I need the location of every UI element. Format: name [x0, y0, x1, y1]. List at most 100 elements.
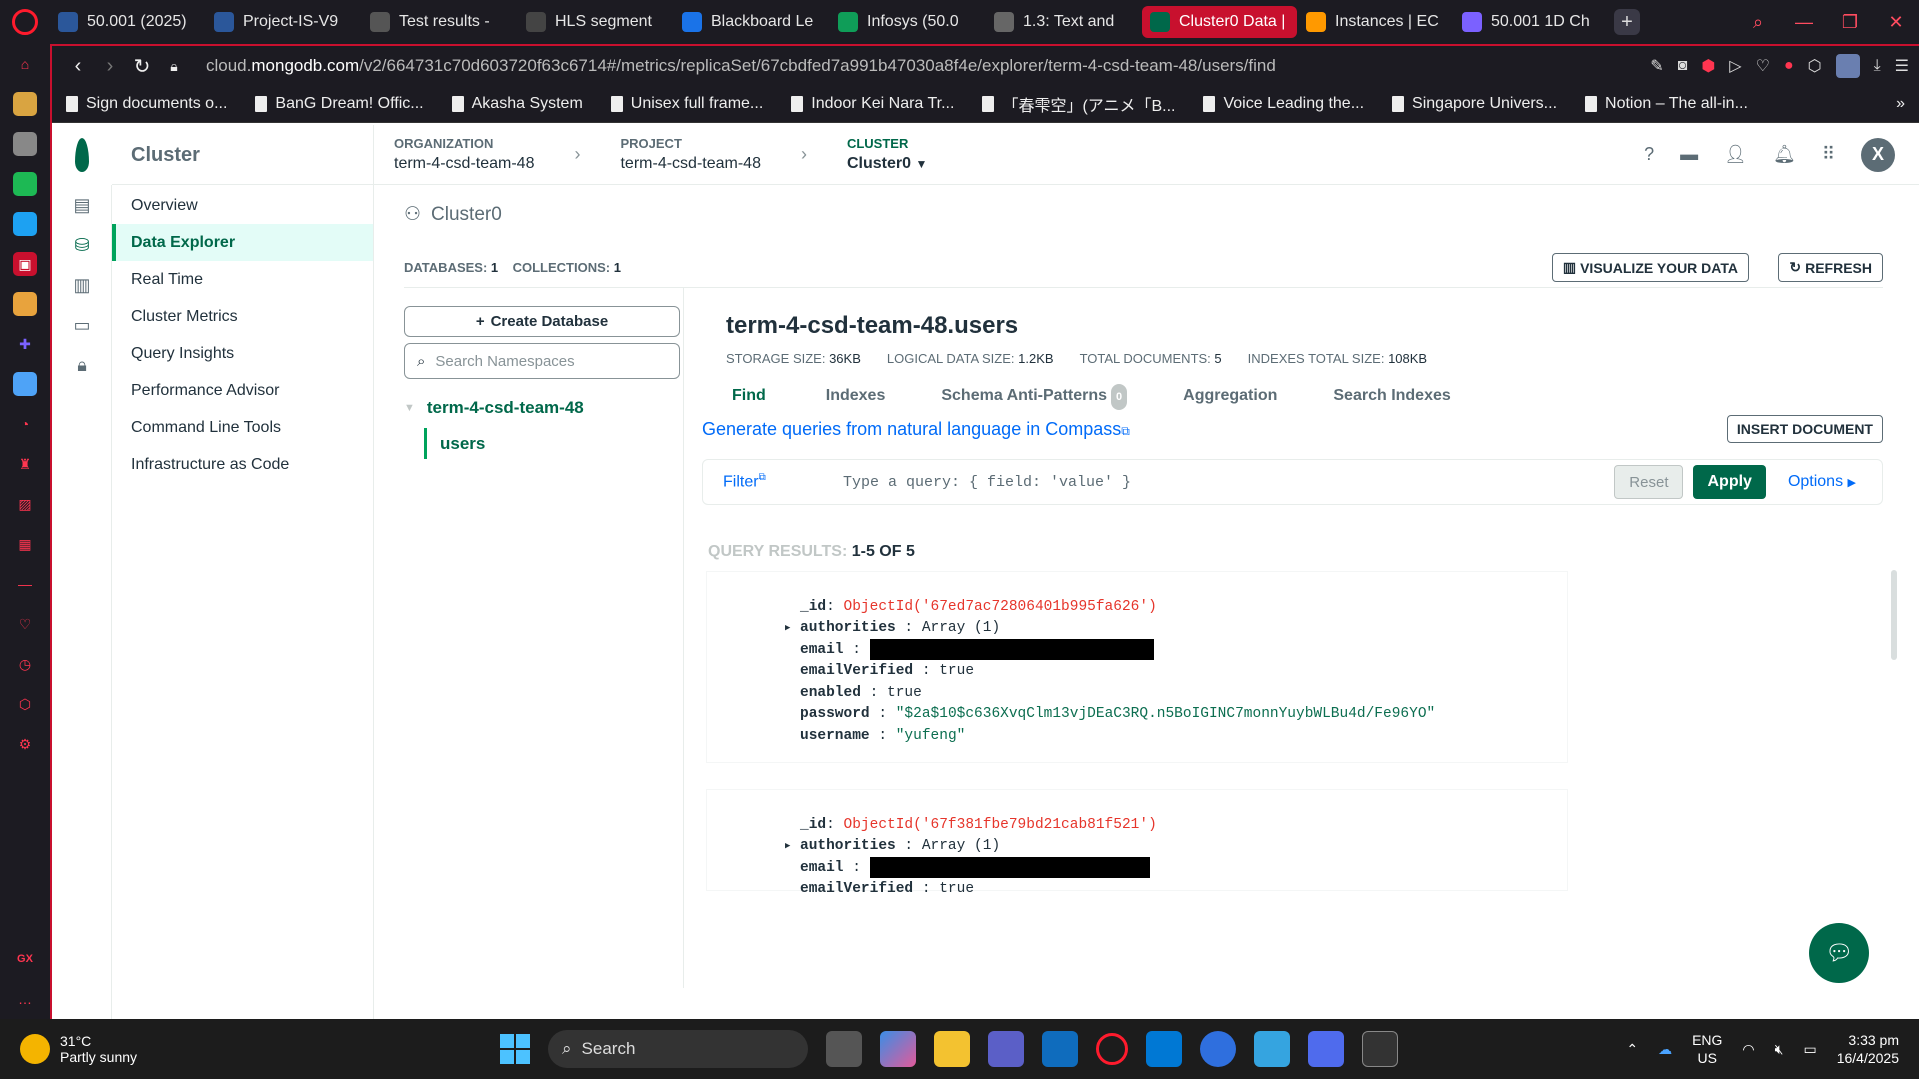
search-namespaces-input[interactable]: ⌕ Search Namespaces — [404, 343, 680, 379]
save-app-icon[interactable]: ▣ — [13, 252, 37, 276]
book-app-icon[interactable] — [13, 372, 37, 396]
language-indicator[interactable]: ENG US — [1692, 1031, 1722, 1067]
browser-tab[interactable]: 50.001 1D Ch — [1454, 6, 1609, 38]
send-icon[interactable]: ▷ — [1729, 56, 1741, 76]
heart-icon[interactable]: ♡ — [13, 612, 37, 636]
home-app-icon[interactable] — [13, 292, 37, 316]
browser-tab[interactable]: 1.3: Text and — [986, 6, 1141, 38]
database-icon[interactable]: ⛁ — [52, 225, 112, 265]
browser-tab[interactable]: Blackboard Le — [674, 6, 829, 38]
expand-caret-icon[interactable]: ▶ — [785, 623, 790, 633]
url-field[interactable]: cloud.mongodb.com/v2/664731c70d603720f63… — [206, 56, 1276, 76]
expand-caret-icon[interactable]: ▶ — [785, 841, 790, 851]
browser-tab[interactable]: 50.001 (2025) — [50, 6, 205, 38]
results-scrollbar[interactable] — [1891, 570, 1897, 660]
browser-tab[interactable]: Project-IS-V9 — [206, 6, 361, 38]
back-icon[interactable]: ‹ — [62, 55, 94, 78]
outlook-icon[interactable] — [1042, 1031, 1078, 1067]
add-app-icon[interactable]: ✚ — [13, 332, 37, 356]
profile-icon[interactable] — [13, 92, 37, 116]
battery-icon[interactable]: ▭ — [1803, 1041, 1816, 1058]
tab-schema-anti-patterns[interactable]: Schema Anti-Patterns 0 — [923, 383, 1145, 410]
bookmark-item[interactable]: 「春雫空」(アニメ「B... — [982, 92, 1175, 116]
camera-icon[interactable]: ◙ — [1678, 57, 1688, 75]
task-view-icon[interactable] — [826, 1031, 862, 1067]
bookmark-item[interactable]: Notion – The all-in... — [1585, 95, 1748, 113]
bookmark-item[interactable]: Akasha System — [451, 95, 583, 113]
search-tabs-icon[interactable]: ⌕ — [1735, 12, 1781, 33]
sidebar-item[interactable]: Command Line Tools — [112, 409, 373, 446]
tab-indexes[interactable]: Indexes — [808, 383, 904, 409]
windows-start-icon[interactable] — [500, 1034, 530, 1064]
avatar[interactable]: X — [1861, 137, 1895, 172]
vscode-icon[interactable] — [1146, 1031, 1182, 1067]
teams-icon[interactable] — [988, 1031, 1024, 1067]
adblock-icon[interactable]: ● — [1784, 57, 1794, 75]
clock[interactable]: 3:33 pm 16/4/2025 — [1837, 1031, 1899, 1067]
billing-icon[interactable]: ▬ — [1680, 144, 1698, 165]
more-icon[interactable]: … — [13, 987, 37, 1011]
music-icon[interactable]: ▦ — [13, 532, 37, 556]
mongodb-leaf-icon[interactable] — [52, 125, 112, 185]
breadcrumb-organization[interactable]: ORGANIZATION term-4-csd-team-48 — [374, 136, 554, 173]
browser-tab[interactable]: Instances | EC — [1298, 6, 1453, 38]
a-app-icon[interactable] — [1200, 1031, 1236, 1067]
forward-icon[interactable]: › — [94, 55, 126, 78]
terminal-app-icon[interactable] — [1362, 1031, 1398, 1067]
apply-button[interactable]: Apply — [1693, 465, 1766, 499]
tab-aggregation[interactable]: Aggregation — [1165, 383, 1295, 409]
visualize-data-button[interactable]: ▥ VISUALIZE YOUR DATA — [1551, 253, 1749, 282]
maximize-button[interactable]: ❐ — [1827, 12, 1873, 33]
menu-icon[interactable]: ☰ — [1895, 56, 1909, 76]
browser-tab[interactable]: Infosys (50.0 — [830, 6, 985, 38]
document-card[interactable]: _id: ObjectId('67f381fbe79bd21cab81f521'… — [707, 790, 1567, 897]
insert-document-button[interactable]: INSERT DOCUMENT — [1726, 415, 1883, 443]
taskbar-search[interactable]: ⌕ Search — [548, 1030, 808, 1068]
profile-avatar-icon[interactable] — [1835, 54, 1860, 78]
tab-search-indexes[interactable]: Search Indexes — [1315, 383, 1468, 409]
settings-icon[interactable]: ⚙ — [13, 732, 37, 756]
options-toggle[interactable]: Options ▶ — [1788, 473, 1856, 491]
weather-widget[interactable]: 31°C Partly sunny — [20, 1033, 137, 1065]
edit-icon[interactable]: ✎ — [1650, 56, 1663, 76]
refresh-button[interactable]: ↻ REFRESH — [1778, 253, 1883, 282]
bookmark-item[interactable]: Sign documents o... — [66, 95, 227, 113]
opera-logo-icon[interactable] — [0, 0, 50, 44]
gaming-icon[interactable]: ♜ — [13, 452, 37, 476]
breadcrumb-project[interactable]: PROJECT term-4-csd-team-48 — [600, 136, 780, 173]
wifi-icon[interactable]: ◠ — [1742, 1041, 1754, 1058]
speed-icon[interactable]: ◔ — [13, 412, 37, 436]
sidebar-item[interactable]: Real Time — [112, 261, 373, 298]
file-explorer-icon[interactable] — [934, 1031, 970, 1067]
tab-find[interactable]: Find — [726, 383, 784, 409]
vpn-icon[interactable]: ⬢ — [1701, 56, 1715, 76]
bookmark-item[interactable]: BanG Dream! Offic... — [255, 95, 424, 113]
help-icon[interactable]: ? — [1644, 144, 1654, 165]
bookmark-item[interactable]: Indoor Kei Nara Tr... — [791, 95, 954, 113]
compass-link[interactable]: Generate queries from natural language i… — [702, 419, 1130, 440]
wallpaper-icon[interactable]: ▨ — [13, 492, 37, 516]
bookmark-item[interactable]: Unisex full frame... — [610, 95, 763, 113]
sidebar-item[interactable]: Data Explorer — [112, 224, 373, 261]
browser-tab[interactable]: Cluster0 Data | Cloud: M — [1142, 6, 1297, 38]
reset-button[interactable]: Reset — [1614, 465, 1684, 499]
document-card[interactable]: _id: ObjectId('67ed7ac72806401b995fa626'… — [707, 572, 1567, 762]
more-bookmarks-icon[interactable]: » — [1896, 95, 1919, 113]
chevron-up-icon[interactable]: ⌃ — [1626, 1041, 1638, 1058]
extensions-icon[interactable]: ⬡ — [13, 692, 37, 716]
terminal-icon[interactable]: ▭ — [52, 305, 112, 345]
apps-grid-icon[interactable]: ⠿ — [1822, 144, 1835, 165]
bookmark-item[interactable]: Voice Leading the... — [1203, 95, 1364, 113]
sidebar-item[interactable]: Performance Advisor — [112, 372, 373, 409]
sidebar-item[interactable]: Infrastructure as Code — [112, 446, 373, 483]
bookmark-app-icon[interactable] — [13, 132, 37, 156]
blue-app-icon[interactable] — [13, 212, 37, 236]
bookmark-item[interactable]: Singapore Univers... — [1392, 95, 1557, 113]
create-database-button[interactable]: + Create Database — [404, 306, 680, 337]
filter-query-input[interactable]: Type a query: { field: 'value' } — [843, 474, 1614, 491]
sidebar-item[interactable]: Query Insights — [112, 335, 373, 372]
reload-icon[interactable]: ↻ — [126, 54, 158, 79]
green-app-icon[interactable] — [13, 172, 37, 196]
filter-label[interactable]: Filter⧉ — [703, 472, 843, 491]
notepad-icon[interactable] — [1254, 1031, 1290, 1067]
